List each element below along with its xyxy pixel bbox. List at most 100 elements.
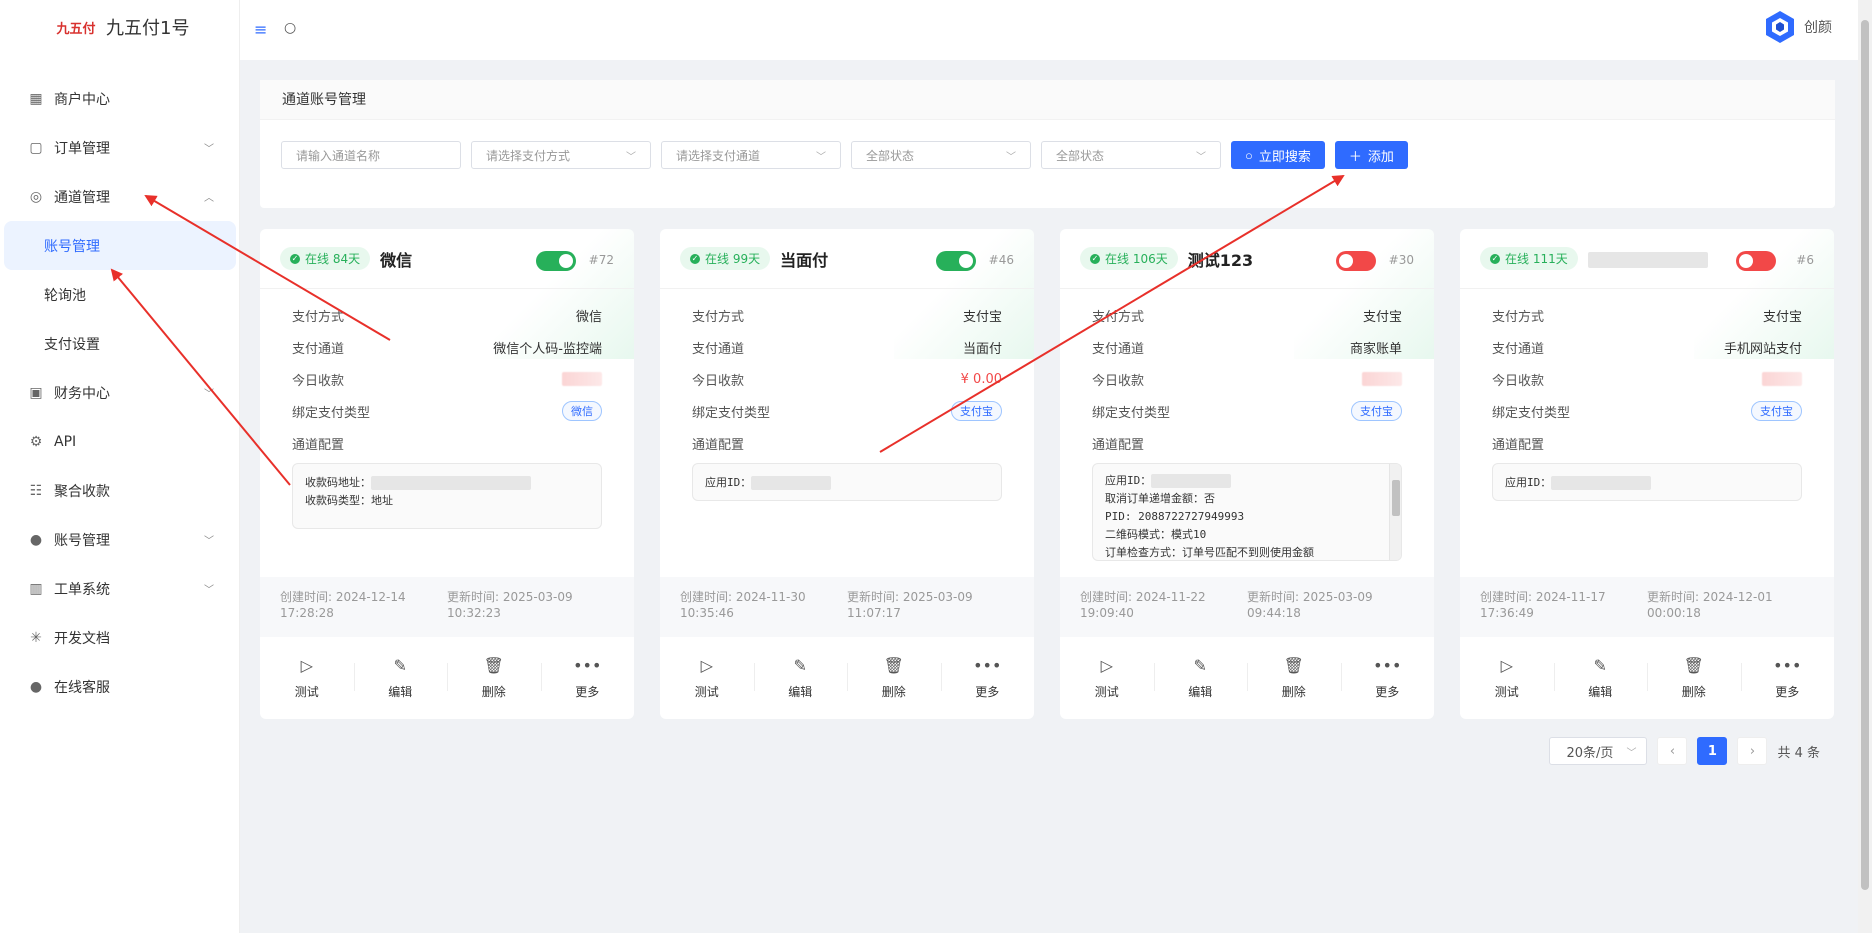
card-timestamps: 创建时间: 2024-11-17 17:36:49 更新时间: 2024-12-… xyxy=(1460,577,1834,637)
redacted-title xyxy=(1587,251,1708,268)
sidebar-subitem-payment-settings[interactable]: 支付设置 xyxy=(0,319,240,368)
field-label: 今日收款 xyxy=(1092,373,1145,389)
test-button[interactable]: ▷ 测试 xyxy=(260,656,354,700)
trash-icon: 🗑 xyxy=(483,655,504,675)
pay-method-select[interactable]: 请选择支付方式 ﹀ xyxy=(471,141,651,169)
more-button[interactable]: ••• 更多 xyxy=(940,656,1035,700)
more-button[interactable]: ••• 更多 xyxy=(1340,656,1435,700)
redacted-income xyxy=(562,372,602,386)
loading-icon: ✳ xyxy=(30,629,42,646)
search-button[interactable]: ○ 立即搜索 xyxy=(1231,141,1325,169)
delete-button[interactable]: 🗑 删除 xyxy=(1247,655,1341,700)
page-size-select[interactable]: 20条/页 ﹀ xyxy=(1549,737,1648,765)
online-badge: ✓ 在线 111天 xyxy=(1480,247,1578,270)
user-name: 创颜 xyxy=(1804,20,1832,36)
edit-button[interactable]: ✎ 编辑 xyxy=(1153,656,1248,700)
play-icon: ▷ xyxy=(1500,655,1513,675)
sidebar-item-tickets[interactable]: ▥ 工单系统 ﹀ xyxy=(0,564,240,613)
field-label: 支付通道 xyxy=(692,341,745,357)
book-icon: ▥ xyxy=(29,580,43,597)
scrollbar-thumb[interactable] xyxy=(1392,480,1400,516)
pay-channel-select[interactable]: 请选择支付通道 ﹀ xyxy=(661,141,841,169)
enable-toggle[interactable] xyxy=(1736,251,1776,271)
sidebar-item-label: 开发文档 xyxy=(54,630,110,647)
sidebar-item-finance[interactable]: ▣ 财务中心 ﹀ xyxy=(0,368,240,417)
sidebar-subitem-polling-pool[interactable]: 轮询池 xyxy=(0,270,240,319)
button-label: 立即搜索 xyxy=(1258,148,1311,164)
more-icon: ••• xyxy=(573,655,602,675)
enable-toggle[interactable] xyxy=(536,251,576,271)
sidebar-item-support[interactable]: ● 在线客服 xyxy=(0,662,240,711)
sidebar: 九五付 九五付1号 ▦ 商户中心 ▢ 订单管理 ﹀ ◎ 通道管理 ︿ 账号管理 … xyxy=(0,0,240,933)
channel-name-input[interactable]: 请输入通道名称 xyxy=(281,141,461,169)
enable-toggle[interactable] xyxy=(1336,251,1376,271)
enable-toggle[interactable] xyxy=(936,251,976,271)
page-button[interactable]: 1 xyxy=(1697,737,1728,765)
delete-button[interactable]: 🗑 删除 xyxy=(847,656,941,700)
brand[interactable]: 九五付 九五付1号 xyxy=(56,14,189,40)
more-button[interactable]: ••• 更多 xyxy=(540,655,635,700)
created-time: 创建时间: 2024-11-30 10:35:46 xyxy=(680,590,806,620)
toggle-knob xyxy=(959,254,973,268)
config-box: 收款码地址： 收款码类型：地址 xyxy=(292,463,602,529)
trash-icon: 🗑 xyxy=(1683,655,1704,675)
card-body: 支付方式 微信 支付通道 微信个人码-监控端 今日收款 绑定支付类型 微信 通道配置 … xyxy=(260,289,634,529)
page-scrollbar[interactable] xyxy=(1858,0,1872,933)
search-icon: ○ xyxy=(1245,147,1253,163)
sidebar-item-merchant-center[interactable]: ▦ 商户中心 xyxy=(0,74,240,123)
sidebar-item-api[interactable]: ⚙ API xyxy=(0,417,240,466)
search-icon[interactable]: ○ xyxy=(284,20,296,36)
next-page-button[interactable]: › xyxy=(1737,737,1768,765)
config-line: 订单检查方式：订单号匹配不到则使用金额 xyxy=(1105,546,1314,559)
user-menu[interactable]: 创颜 xyxy=(1764,10,1832,44)
prev-page-button[interactable]: ‹ xyxy=(1657,737,1688,765)
edit-button[interactable]: ✎ 编辑 xyxy=(353,655,448,700)
action-label: 编辑 xyxy=(1188,684,1213,699)
config-scrollbar[interactable] xyxy=(1389,464,1401,560)
sidebar-item-accounts[interactable]: ● 账号管理 ﹀ xyxy=(0,515,240,564)
sidebar-item-docs[interactable]: ✳ 开发文档 xyxy=(0,613,240,662)
channel-card: ✓ 在线 84天 微信 #72 支付方式 微信 支付通道 微信个人码-监控端 今日收款… xyxy=(260,229,634,719)
scrollbar-thumb[interactable] xyxy=(1861,20,1869,890)
more-button[interactable]: ••• 更多 xyxy=(1740,656,1835,700)
field-label: 支付方式 xyxy=(1092,309,1145,325)
sidebar-item-channels[interactable]: ◎ 通道管理 ︿ xyxy=(0,172,240,221)
edit-button[interactable]: ✎ 编辑 xyxy=(1553,655,1648,700)
sidebar-item-label: 订单管理 xyxy=(54,140,110,157)
card-header: ✓ 在线 99天 当面付 #46 xyxy=(660,229,1034,289)
sidebar-item-aggregate[interactable]: ☷ 聚合收款 xyxy=(0,466,240,515)
delete-button[interactable]: 🗑 删除 xyxy=(1647,655,1741,700)
sidebar-subitem-account-management[interactable]: 账号管理 xyxy=(4,221,236,270)
online-text: 在线 99天 xyxy=(705,252,761,266)
sidebar-item-label: API xyxy=(54,433,77,450)
add-button[interactable]: ＋ 添加 xyxy=(1334,141,1408,169)
topbar: ≡ ○ 创颜 xyxy=(240,0,1872,60)
delete-button[interactable]: 🗑 删除 xyxy=(447,655,541,700)
status-select-2[interactable]: 全部状态 ﹀ xyxy=(1041,141,1221,169)
trash-icon: 🗑 xyxy=(1283,655,1304,675)
edit-button[interactable]: ✎ 编辑 xyxy=(753,656,848,700)
config-line: 取消订单递增金额：否 xyxy=(1105,492,1215,505)
pay-method-value: 微信 xyxy=(575,309,602,325)
menu-toggle-icon[interactable]: ≡ xyxy=(254,20,267,39)
chevron-down-icon: ﹀ xyxy=(204,536,214,547)
test-button[interactable]: ▷ 测试 xyxy=(660,656,754,700)
action-label: 更多 xyxy=(575,684,600,699)
status-select-1[interactable]: 全部状态 ﹀ xyxy=(851,141,1031,169)
test-button[interactable]: ▷ 测试 xyxy=(1460,655,1554,700)
brand-name: 九五付1号 xyxy=(106,18,190,39)
chevron-down-icon: ﹀ xyxy=(204,144,214,155)
edit-icon: ✎ xyxy=(1593,655,1607,675)
plus-icon: ＋ xyxy=(1348,148,1362,164)
sidebar-item-label: 通道管理 xyxy=(54,189,110,206)
config-line: PID: 2088722727949993 xyxy=(1105,510,1245,523)
field-label: 支付方式 xyxy=(692,309,745,325)
config-box: 应用ID： 取消订单递增金额：否 PID: 2088722727949993 二… xyxy=(1092,463,1402,561)
edit-icon: ✎ xyxy=(393,655,407,675)
check-icon: ✓ xyxy=(1490,253,1500,264)
sidebar-item-orders[interactable]: ▢ 订单管理 ﹀ xyxy=(0,123,240,172)
chevron-up-icon: ︿ xyxy=(204,193,214,204)
aggregate-icon: ☷ xyxy=(29,482,43,499)
api-icon: ⚙ xyxy=(29,433,43,450)
test-button[interactable]: ▷ 测试 xyxy=(1060,656,1154,700)
